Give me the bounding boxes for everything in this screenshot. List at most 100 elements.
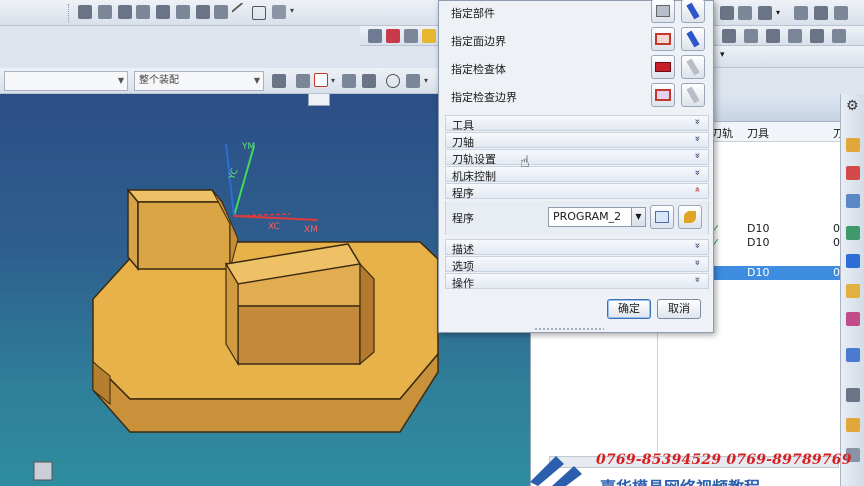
point-dropdown-icon[interactable]: [272, 5, 286, 19]
chevron-down-icon[interactable]: ▼: [631, 208, 645, 226]
operation-icon-3[interactable]: [766, 29, 780, 43]
resource-icon-8[interactable]: [846, 348, 860, 362]
column-tool[interactable]: 刀具: [747, 125, 769, 141]
resource-icon-4[interactable]: [846, 226, 860, 240]
resource-icon-1[interactable]: [846, 138, 860, 152]
toolbar-overflow-icon[interactable]: ▾: [290, 6, 294, 15]
resource-icon-9[interactable]: [846, 388, 860, 402]
view-orient-icon[interactable]: [386, 74, 400, 88]
specify-part-row: 指定部件: [445, 0, 709, 25]
operation-icon-2[interactable]: [744, 29, 758, 43]
section-machine-control[interactable]: 机床控制 »: [445, 166, 709, 183]
specify-check-body-row: 指定检查体: [445, 53, 709, 81]
edit-program-button[interactable]: [678, 205, 702, 229]
specify-check-body-label: 指定检查体: [451, 63, 506, 76]
snap-intersection-icon[interactable]: [156, 5, 170, 19]
expand-chevron-icon: »: [691, 242, 703, 249]
specify-face-boundary-button[interactable]: [651, 27, 675, 51]
select-face-icon[interactable]: [314, 73, 328, 87]
expand-chevron-icon: »: [691, 276, 703, 283]
operation-icon-6[interactable]: [832, 29, 846, 43]
row-extra: 0: [833, 266, 840, 279]
manufacturing-dropdown-icon[interactable]: ▾: [776, 8, 780, 17]
axis-xc-line: [233, 213, 291, 217]
assembly-scope-value: 整个装配: [139, 75, 179, 86]
table-row-selected[interactable]: D10 0: [711, 266, 841, 280]
section-tool-axis[interactable]: 刀轴 »: [445, 132, 709, 149]
manufacturing-icon-6[interactable]: [834, 6, 848, 20]
expand-chevron-icon: »: [691, 259, 703, 266]
column-toolpath[interactable]: 刀轨: [711, 125, 733, 141]
display-check-body-button[interactable]: [681, 55, 705, 79]
view-cube-icon[interactable]: [404, 29, 418, 43]
selection-overflow-icon[interactable]: ▾: [424, 76, 428, 85]
ok-button[interactable]: 确定: [607, 299, 651, 319]
view-grid-icon[interactable]: [368, 29, 382, 43]
flashlight-disabled-icon: [686, 58, 700, 76]
display-face-boundary-button[interactable]: [681, 27, 705, 51]
specify-part-label: 指定部件: [451, 7, 495, 20]
specify-check-body-button[interactable]: [651, 55, 675, 79]
snap-center-icon[interactable]: [176, 5, 190, 19]
resource-bar: ⚙: [840, 94, 864, 486]
operation-icon-5[interactable]: [810, 29, 824, 43]
snap-grid-popup-icon[interactable]: [308, 94, 330, 106]
section-tool[interactable]: 工具 »: [445, 115, 709, 132]
resource-icon-6[interactable]: [846, 284, 860, 298]
select-body-icon[interactable]: [362, 74, 376, 88]
display-part-button[interactable]: [681, 0, 705, 23]
manufacturing-icon-2[interactable]: [738, 6, 752, 20]
display-check-boundary-button[interactable]: [681, 83, 705, 107]
watermark-logo: [530, 456, 582, 486]
snap-angle-icon[interactable]: [296, 74, 310, 88]
table-row[interactable]: ✓ D10 0: [711, 236, 841, 250]
new-program-button[interactable]: [650, 205, 674, 229]
manufacturing-icon-5[interactable]: [814, 6, 828, 20]
section-path-settings-label: 刀轨设置: [452, 153, 496, 166]
section-path-settings[interactable]: 刀轨设置 »: [445, 149, 709, 166]
section-description[interactable]: 描述 »: [445, 239, 709, 256]
program-select-value: PROGRAM_2: [553, 210, 622, 223]
specify-check-boundary-button[interactable]: [651, 83, 675, 107]
snap-end-icon[interactable]: [98, 5, 112, 19]
toolbar-dropdown-icon[interactable]: ▾: [720, 50, 725, 60]
settings-gear-icon[interactable]: ⚙: [846, 98, 859, 114]
expand-chevron-icon: »: [691, 169, 703, 176]
select-edge-icon[interactable]: [342, 74, 356, 88]
specify-part-button[interactable]: [651, 0, 675, 23]
resource-icon-10[interactable]: [846, 418, 860, 432]
assembly-scope-combo[interactable]: 整个装配 ▼: [134, 71, 264, 91]
manufacturing-icon-1[interactable]: [720, 6, 734, 20]
section-actions[interactable]: 操作 »: [445, 273, 709, 290]
resource-icon-5[interactable]: [846, 254, 860, 268]
snap-point-icon[interactable]: [78, 5, 92, 19]
section-options[interactable]: 选项 »: [445, 256, 709, 273]
bell-icon[interactable]: [422, 29, 436, 43]
resource-icon-2[interactable]: [846, 166, 860, 180]
manufacturing-icon-4[interactable]: [794, 6, 808, 20]
operation-icon-4[interactable]: [788, 29, 802, 43]
row-extra: 0: [833, 222, 840, 235]
snap-curve-icon[interactable]: [214, 5, 228, 19]
rectangle-tool-icon[interactable]: [252, 6, 266, 20]
expand-chevron-icon: »: [691, 118, 703, 125]
program-select[interactable]: PROGRAM_2 ▼: [548, 207, 646, 227]
table-row[interactable]: ✓ D10 0: [711, 222, 841, 236]
section-program[interactable]: 程序 «: [445, 183, 709, 200]
operation-icon-1[interactable]: [722, 29, 736, 43]
selection-filter-icon[interactable]: [272, 74, 286, 88]
cancel-button[interactable]: 取消: [657, 299, 701, 319]
selection-bar: ▼ 整个装配 ▼ ▾ ▾: [0, 68, 438, 94]
select-face-dropdown-icon[interactable]: ▾: [331, 76, 335, 85]
resource-icon-3[interactable]: [846, 194, 860, 208]
resize-grip[interactable]: [534, 327, 604, 331]
line-tool-icon[interactable]: [231, 2, 251, 22]
type-filter-combo[interactable]: ▼: [4, 71, 128, 91]
view-fit-icon[interactable]: [406, 74, 420, 88]
snap-control-icon[interactable]: [136, 5, 150, 19]
snap-mid-icon[interactable]: [118, 5, 132, 19]
manufacturing-icon-3[interactable]: [758, 6, 772, 20]
resource-icon-7[interactable]: [846, 312, 860, 326]
view-table-icon[interactable]: [386, 29, 400, 43]
snap-quadrant-icon[interactable]: [196, 5, 210, 19]
